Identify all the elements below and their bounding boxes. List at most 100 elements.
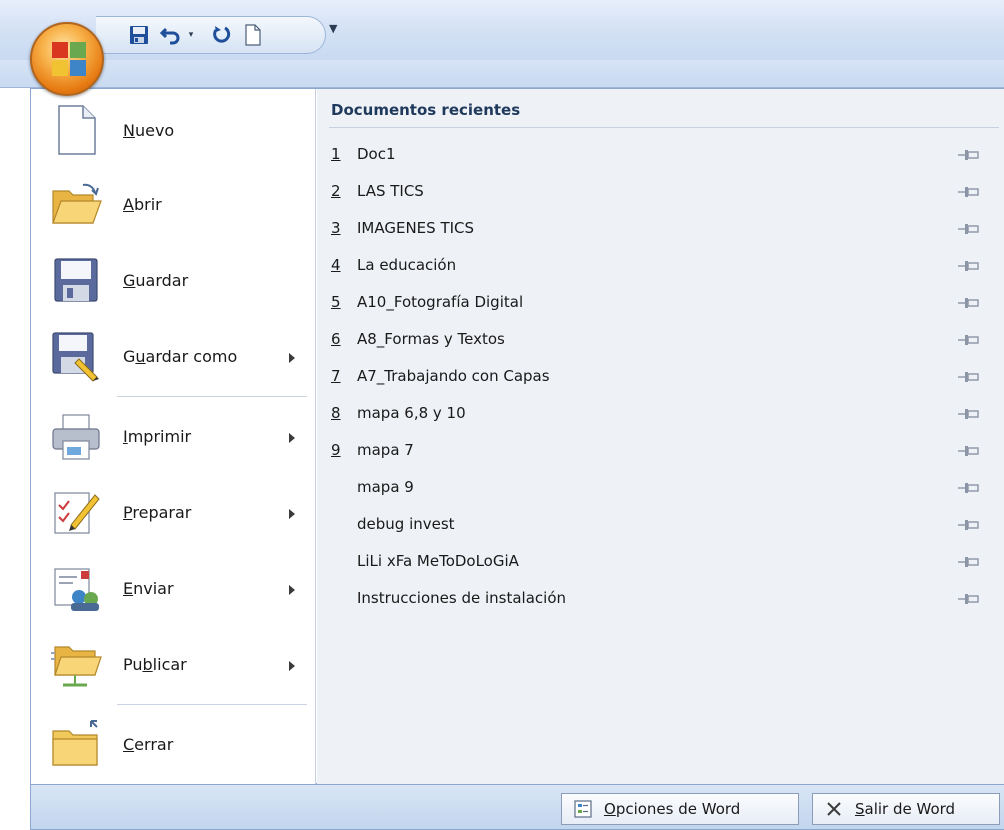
recent-item[interactable]: 3 IMAGENES TICS: [329, 215, 999, 243]
recent-item[interactable]: Instrucciones de instalación: [329, 585, 999, 613]
menu-item-nuevo[interactable]: Nuevo: [37, 93, 309, 169]
pin-icon[interactable]: [957, 443, 981, 459]
quick-access-toolbar: ▾: [96, 16, 326, 54]
pin-icon[interactable]: [957, 480, 981, 496]
close-icon: [823, 798, 845, 820]
submenu-arrow-icon: [289, 585, 295, 595]
menu-item-label: Imprimir: [123, 427, 192, 446]
menu-item-cerrar[interactable]: Cerrar: [37, 707, 309, 783]
recent-item-number: 1: [331, 145, 341, 163]
recent-item-number: 5: [331, 293, 341, 311]
recent-item-name: A8_Formas y Textos: [357, 330, 505, 348]
exit-word-button[interactable]: Salir de Word: [812, 793, 1000, 825]
pin-icon[interactable]: [957, 554, 981, 570]
menu-item-label: Enviar: [123, 579, 174, 598]
options-icon: [572, 798, 594, 820]
menu-item-label: Abrir: [123, 195, 162, 214]
menu-item-guardar[interactable]: Guardar: [37, 243, 309, 319]
save-as-icon: [52, 332, 99, 382]
recent-item[interactable]: 7 A7_Trabajando con Capas: [329, 363, 999, 391]
recent-item[interactable]: LiLi xFa MeToDoLoGiA: [329, 548, 999, 576]
printer-icon: [52, 414, 100, 460]
recent-item-number: 8: [331, 404, 341, 422]
customize-toolbar-dropdown[interactable]: ▼: [329, 22, 345, 42]
recent-item-name: LiLi xFa MeToDoLoGiA: [357, 552, 519, 570]
menu-item-label: Publicar: [123, 655, 187, 674]
new-document-icon[interactable]: [240, 23, 266, 47]
recent-item-name: La educación: [357, 256, 457, 274]
menu-item-preparar[interactable]: Preparar: [37, 475, 309, 551]
recent-item-number: 7: [331, 367, 341, 385]
recent-item-number: 9: [331, 441, 341, 459]
save-icon[interactable]: [126, 23, 152, 47]
pin-icon[interactable]: [957, 332, 981, 348]
submenu-arrow-icon: [289, 353, 295, 363]
menu-separator: [117, 704, 307, 705]
send-icon: [54, 568, 99, 611]
recent-item-number: 3: [331, 219, 341, 237]
new-document-icon: [58, 105, 96, 155]
recent-item[interactable]: mapa 9: [329, 474, 999, 502]
recent-item[interactable]: 1 Doc1: [329, 141, 999, 169]
menu-footer: Opciones de Word Salir de Word: [30, 784, 1004, 830]
menu-separator: [117, 396, 307, 397]
office-button[interactable]: [30, 22, 104, 96]
recent-item[interactable]: 4 La educación: [329, 252, 999, 280]
pin-icon[interactable]: [957, 221, 981, 237]
redo-icon[interactable]: [208, 23, 234, 47]
menu-item-enviar[interactable]: Enviar: [37, 551, 309, 627]
word-options-label: Opciones de Word: [604, 800, 741, 818]
recent-item-name: debug invest: [357, 515, 455, 533]
word-options-button[interactable]: Opciones de Word: [561, 793, 799, 825]
recent-item-number: 4: [331, 256, 341, 274]
recent-item[interactable]: 9 mapa 7: [329, 437, 999, 465]
pin-icon[interactable]: [957, 184, 981, 200]
recent-item-name: Instrucciones de instalación: [357, 589, 566, 607]
menu-item-label: Guardar: [123, 271, 189, 290]
recent-documents-title: Documentos recientes: [331, 101, 521, 119]
recent-item-name: IMAGENES TICS: [357, 219, 475, 237]
recent-item[interactable]: 6 A8_Formas y Textos: [329, 326, 999, 354]
submenu-arrow-icon: [289, 661, 295, 671]
recent-item-name: mapa 7: [357, 441, 414, 459]
recent-item-name: Doc1: [357, 145, 396, 163]
menu-item-label: Cerrar: [123, 735, 174, 754]
recent-item-number: 2: [331, 182, 341, 200]
recent-item-name: mapa 9: [357, 478, 414, 496]
pin-icon[interactable]: [957, 295, 981, 311]
pin-icon[interactable]: [957, 147, 981, 163]
pin-icon[interactable]: [957, 406, 981, 422]
recent-item[interactable]: debug invest: [329, 511, 999, 539]
office-menu: Nuevo Abrir Guardar Guardar como Imprimi…: [30, 88, 1004, 784]
pin-icon[interactable]: [957, 591, 981, 607]
save-icon: [54, 258, 98, 302]
recent-item-name: LAS TICS: [357, 182, 424, 200]
publish-icon: [51, 646, 102, 687]
menu-item-imprimir[interactable]: Imprimir: [37, 399, 309, 475]
menu-item-label: Preparar: [123, 503, 192, 522]
menu-item-guardar-como[interactable]: Guardar como: [37, 319, 309, 395]
menu-commands: Nuevo Abrir Guardar Guardar como Imprimi…: [31, 89, 316, 784]
pin-icon[interactable]: [957, 517, 981, 533]
recent-item[interactable]: 2 LAS TICS: [329, 178, 999, 206]
recent-item-name: A7_Trabajando con Capas: [357, 367, 550, 385]
recent-item-number: 6: [331, 330, 341, 348]
recent-item-name: A10_Fotografía Digital: [357, 293, 524, 311]
menu-item-abrir[interactable]: Abrir: [37, 167, 309, 243]
recent-item[interactable]: 5 A10_Fotografía Digital: [329, 289, 999, 317]
prepare-icon: [54, 492, 100, 534]
menu-item-label: Nuevo: [123, 121, 175, 140]
exit-word-label: Salir de Word: [855, 800, 956, 818]
recent-item[interactable]: 8 mapa 6,8 y 10: [329, 400, 999, 428]
submenu-arrow-icon: [289, 509, 295, 519]
open-folder-icon: [52, 183, 102, 224]
pin-icon[interactable]: [957, 369, 981, 385]
undo-dropdown-icon[interactable]: ▾: [184, 23, 198, 47]
undo-icon[interactable]: [158, 23, 184, 47]
recent-separator: [329, 127, 999, 128]
ribbon-strip: [0, 60, 1004, 88]
close-folder-icon: [52, 720, 98, 766]
menu-item-publicar[interactable]: Publicar: [37, 627, 309, 703]
pin-icon[interactable]: [957, 258, 981, 274]
office-logo-icon: [52, 42, 86, 76]
